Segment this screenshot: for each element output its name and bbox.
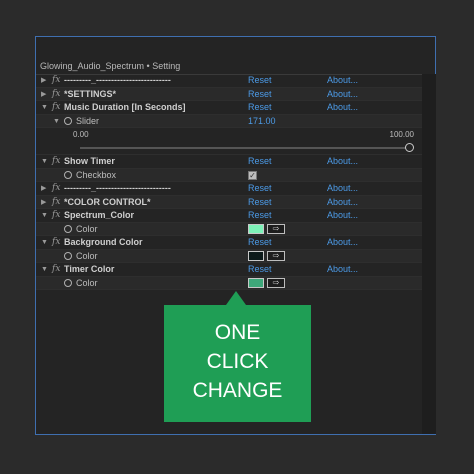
effect-row-show-timer[interactable]: ▼ fx Show Timer Reset About... — [36, 155, 422, 169]
fx-icon[interactable]: fx — [52, 236, 60, 249]
twirl-open-icon[interactable]: ▼ — [41, 101, 48, 114]
about-link[interactable]: About... — [327, 74, 358, 87]
about-link[interactable]: About... — [327, 236, 358, 249]
fx-icon[interactable]: fx — [52, 182, 60, 195]
twirl-closed-icon[interactable]: ▶ — [41, 74, 46, 87]
color-swatch[interactable] — [248, 277, 264, 288]
effect-name: *SETTINGS* — [64, 88, 117, 99]
twirl-open-icon[interactable]: ▼ — [41, 263, 48, 276]
twirl-open-icon[interactable]: ▼ — [53, 115, 60, 128]
effect-row-divider-2[interactable]: ▶ fx ---------_-------------------------… — [36, 182, 422, 196]
twirl-open-icon[interactable]: ▼ — [41, 236, 48, 249]
stopwatch-icon[interactable] — [64, 224, 72, 233]
about-link[interactable]: About... — [327, 263, 358, 276]
effect-row-background-color[interactable]: ▼ fx Background Color Reset About... — [36, 236, 422, 250]
stopwatch-icon[interactable] — [64, 170, 72, 179]
about-link[interactable]: About... — [327, 182, 358, 195]
param-row-checkbox[interactable]: Checkbox ✓ — [36, 168, 422, 182]
effect-name: Spectrum_Color — [64, 210, 135, 220]
reset-link[interactable]: Reset — [248, 209, 272, 222]
about-link[interactable]: About... — [327, 196, 358, 209]
eyedropper-icon[interactable]: ⇨ — [267, 250, 285, 261]
effect-row-color-control[interactable]: ▶ fx *COLOR CONTROL* Reset About... — [36, 195, 422, 209]
slider-value[interactable]: 171.00 — [248, 115, 276, 128]
param-row-slider[interactable]: ▼ Slider 171.00 — [36, 114, 422, 128]
fx-icon[interactable]: fx — [52, 74, 60, 87]
fx-icon[interactable]: fx — [52, 101, 60, 114]
param-label: Checkbox — [76, 169, 117, 180]
param-label: Slider — [76, 115, 100, 126]
callout-line-2: CLICK — [206, 350, 269, 373]
effect-name: ---------_------------------------- — [64, 75, 171, 85]
eyedropper-icon[interactable]: ⇨ — [267, 223, 285, 234]
param-row-color[interactable]: Color ⇨ — [36, 276, 422, 290]
reset-link[interactable]: Reset — [248, 182, 272, 195]
effect-list: ▶ fx ---------_-------------------------… — [36, 74, 422, 290]
color-swatch[interactable] — [248, 250, 264, 261]
reset-link[interactable]: Reset — [248, 155, 272, 168]
fx-icon[interactable]: fx — [52, 88, 60, 101]
twirl-closed-icon[interactable]: ▶ — [41, 182, 46, 195]
param-label: Color — [76, 223, 98, 234]
eyedropper-icon[interactable]: ⇨ — [267, 277, 285, 288]
reset-link[interactable]: Reset — [248, 74, 272, 87]
param-row-color[interactable]: Color ⇨ — [36, 222, 422, 236]
about-link[interactable]: About... — [327, 209, 358, 222]
effect-name: ---------_------------------------- — [64, 183, 171, 193]
effect-row-spectrum-color[interactable]: ▼ fx Spectrum_Color Reset About... — [36, 209, 422, 223]
callout-pointer — [226, 291, 246, 305]
about-link[interactable]: About... — [327, 88, 358, 101]
stopwatch-icon[interactable] — [64, 116, 72, 125]
twirl-closed-icon[interactable]: ▶ — [41, 88, 46, 101]
slider-knob[interactable] — [405, 143, 414, 152]
callout-line-1: ONE — [214, 321, 261, 344]
slider-min-label: 0.00 — [73, 130, 89, 139]
reset-link[interactable]: Reset — [248, 263, 272, 276]
param-row-color[interactable]: Color ⇨ — [36, 249, 422, 263]
fx-icon[interactable]: fx — [52, 209, 60, 222]
panel-title: Glowing_Audio_Spectrum • Setting — [36, 59, 435, 75]
panel-title-text: Glowing_Audio_Spectrum • Setting — [40, 61, 181, 71]
effect-row-timer-color[interactable]: ▼ fx Timer Color Reset About... — [36, 263, 422, 277]
reset-link[interactable]: Reset — [248, 236, 272, 249]
vertical-scrollbar[interactable] — [422, 74, 436, 434]
effect-name: Background Color — [64, 237, 143, 247]
twirl-open-icon[interactable]: ▼ — [41, 155, 48, 168]
slider-track[interactable] — [80, 147, 410, 149]
reset-link[interactable]: Reset — [248, 88, 272, 101]
about-link[interactable]: About... — [327, 101, 358, 114]
effect-name: Timer Color — [64, 264, 115, 274]
twirl-closed-icon[interactable]: ▶ — [41, 196, 46, 209]
param-label: Color — [76, 277, 98, 288]
slider-max-label: 100.00 — [389, 130, 414, 139]
about-link[interactable]: About... — [327, 155, 358, 168]
twirl-open-icon[interactable]: ▼ — [41, 209, 48, 222]
effect-name: *COLOR CONTROL* — [64, 196, 151, 207]
fx-icon[interactable]: fx — [52, 263, 60, 276]
color-swatch[interactable] — [248, 223, 264, 234]
stopwatch-icon[interactable] — [64, 278, 72, 287]
effect-row-divider-1[interactable]: ▶ fx ---------_-------------------------… — [36, 74, 422, 88]
one-click-change-callout: ONE CLICK CHANGE — [164, 305, 311, 422]
effect-row-music-duration[interactable]: ▼ fx Music Duration [In Seconds] Reset A… — [36, 101, 422, 115]
param-label: Color — [76, 250, 98, 261]
slider-control[interactable]: 0.00 100.00 — [36, 128, 422, 155]
reset-link[interactable]: Reset — [248, 196, 272, 209]
show-timer-checkbox[interactable]: ✓ — [248, 170, 257, 180]
effect-row-settings[interactable]: ▶ fx *SETTINGS* Reset About... — [36, 87, 422, 101]
fx-icon[interactable]: fx — [52, 196, 60, 209]
callout-line-3: CHANGE — [192, 379, 283, 402]
effect-name: Show Timer — [64, 156, 115, 166]
reset-link[interactable]: Reset — [248, 101, 272, 114]
fx-icon[interactable]: fx — [52, 155, 60, 168]
effect-name: Music Duration [In Seconds] — [64, 102, 186, 112]
stopwatch-icon[interactable] — [64, 251, 72, 260]
